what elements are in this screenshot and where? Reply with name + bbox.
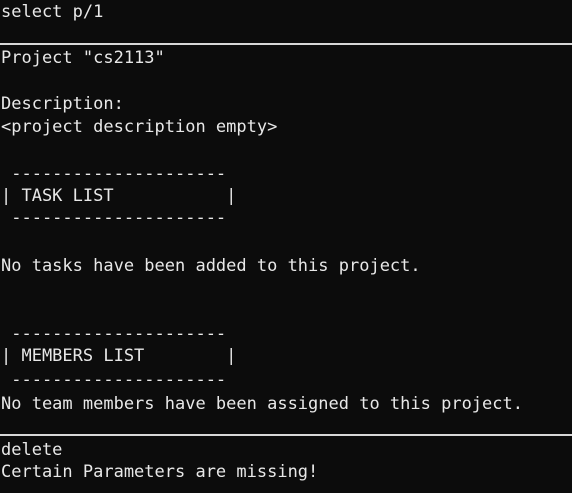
no-members-message: No team members have been assigned to th… bbox=[1, 394, 523, 414]
description-value: <project description empty> bbox=[1, 117, 278, 137]
no-tasks-message: No tasks have been added to this project… bbox=[1, 256, 421, 276]
command-input-echo: select p/1 bbox=[1, 2, 104, 22]
task-box-top-border: --------------------- bbox=[1, 164, 227, 184]
task-list-header: | TASK LIST | bbox=[1, 186, 237, 206]
description-label: Description: bbox=[1, 94, 124, 114]
error-message: Certain Parameters are missing! bbox=[1, 462, 319, 482]
project-title: Project "cs2113" bbox=[1, 48, 165, 68]
task-box-bottom-border: --------------------- bbox=[1, 208, 227, 228]
members-box-bottom-border: --------------------- bbox=[1, 370, 227, 390]
members-box-top-border: --------------------- bbox=[1, 324, 227, 344]
members-list-header: | MEMBERS LIST | bbox=[1, 346, 237, 366]
command-input-echo: delete bbox=[1, 440, 63, 460]
separator-line bbox=[0, 434, 572, 436]
separator-line bbox=[0, 43, 572, 45]
